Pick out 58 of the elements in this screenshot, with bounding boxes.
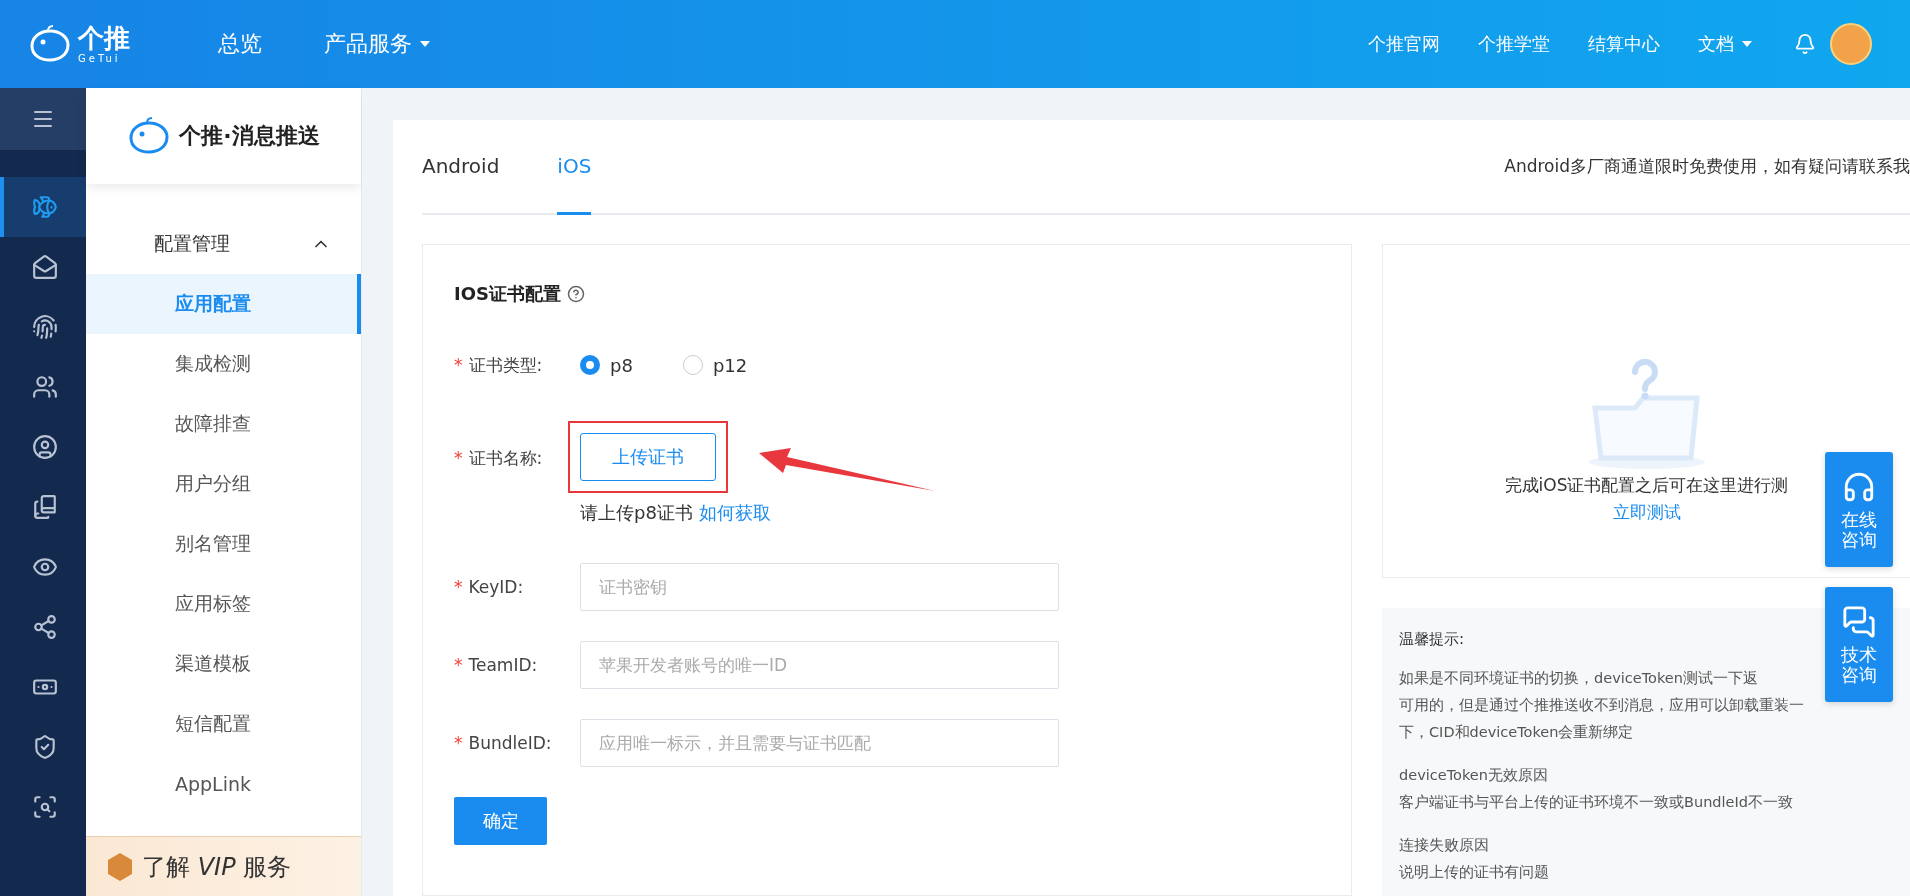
- consult-button[interactable]: 在线咨询: [1825, 452, 1893, 567]
- envelope-icon: [32, 254, 58, 280]
- test-message: 完成iOS证书配置之后可在这里进行测: [1504, 474, 1789, 497]
- notice-text: Android多厂商通道限时免费使用，如有疑问请联系我: [1504, 155, 1910, 178]
- tip-line: 可用的，但是通过个推推送收不到消息，应用可以卸载重装一: [1399, 696, 1804, 715]
- test-link[interactable]: 立即测试: [1612, 501, 1681, 524]
- nav-link[interactable]: 产品服务: [324, 29, 430, 59]
- radio-circle[interactable]: [682, 355, 703, 375]
- nav-link[interactable]: 总览: [218, 29, 262, 59]
- users-icon: [32, 374, 58, 400]
- fish-icon: [32, 194, 58, 220]
- rail-item[interactable]: [0, 177, 86, 237]
- tip-line: 下，CID和deviceToken会重新绑定: [1399, 723, 1634, 742]
- tips-title: 温馨提示:: [1399, 630, 1466, 649]
- tab[interactable]: iOS: [557, 120, 592, 215]
- radio-circle[interactable]: [580, 355, 600, 375]
- nav-link[interactable]: 文档: [1698, 32, 1752, 56]
- field-label: * BundleID:: [454, 733, 553, 753]
- tip-line: 如果是不同环境证书的切换，deviceToken测试一下返: [1399, 669, 1758, 688]
- logo-subtext: GeTui: [78, 53, 122, 64]
- nav-link[interactable]: 结算中心: [1588, 32, 1660, 56]
- vip-banner[interactable]: 了解 VIP 服务: [86, 836, 361, 896]
- card-title: IOS证书配置: [454, 282, 561, 306]
- tab[interactable]: Android: [422, 120, 500, 215]
- radio-option[interactable]: p12: [682, 354, 748, 376]
- vip-badge-icon: [106, 851, 134, 882]
- bell-icon[interactable]: [1794, 33, 1816, 55]
- confirm-button[interactable]: 确定: [454, 797, 547, 845]
- radio-option[interactable]: p8: [580, 354, 633, 376]
- help-icon[interactable]: [566, 285, 585, 303]
- tip-line: 客户端证书与平台上传的证书环境不一致或BundleId不一致: [1399, 793, 1793, 812]
- user-circle-icon: [32, 434, 58, 460]
- field-label: * 证书类型:: [454, 353, 544, 377]
- menu-button[interactable]: [0, 88, 86, 150]
- shield-icon: [32, 734, 58, 760]
- search-icon: [32, 794, 58, 820]
- bookmark-icon: [32, 494, 58, 520]
- fingerprint-icon: [32, 314, 58, 340]
- nav-link[interactable]: 个推学堂: [1478, 32, 1550, 56]
- text-input[interactable]: 苹果开发者账号的唯一ID: [580, 641, 1059, 689]
- field-label: * KeyID:: [454, 577, 525, 597]
- tip-line: deviceToken无效原因: [1399, 766, 1548, 785]
- field-label: * TeamID:: [454, 655, 539, 675]
- nav-link[interactable]: 个推官网: [1368, 32, 1440, 56]
- field-label: * 证书名称:: [454, 447, 544, 470]
- help-link[interactable]: 如何获取: [698, 502, 771, 523]
- logo-text: 个推: [78, 24, 130, 51]
- text-input[interactable]: 证书密钥: [580, 563, 1059, 611]
- chat-bubbles-icon: [1842, 604, 1876, 639]
- share-icon: [32, 614, 58, 640]
- sidebar-item[interactable]: 应用配置: [86, 274, 361, 334]
- tip-line: 连接失败原因: [1399, 836, 1489, 855]
- tip-line: 说明上传的证书有问题: [1399, 863, 1549, 882]
- consult-button[interactable]: 技术咨询: [1825, 587, 1893, 702]
- sidebar-title: 个推·消息推送: [179, 122, 320, 150]
- upload-button[interactable]: 上传证书: [580, 433, 716, 481]
- text-input[interactable]: 应用唯一标示，并且需要与证书匹配: [580, 719, 1059, 767]
- upload-hint: 请上传p8证书 如何获取: [580, 501, 771, 525]
